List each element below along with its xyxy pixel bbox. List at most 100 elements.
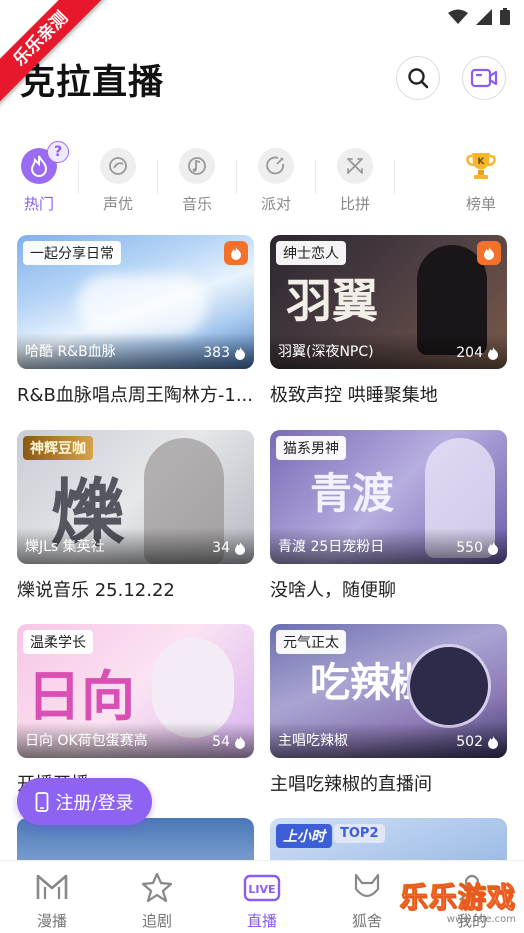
card-title: 没啥人，随便聊 [270, 580, 396, 601]
help-badge[interactable]: ? [47, 141, 69, 163]
tab-voice-actor[interactable]: 声优 [83, 140, 153, 214]
card-title: 主唱吃辣椒的直播间 [270, 774, 432, 795]
divider [236, 160, 237, 194]
login-label: 注册/登录 [55, 792, 134, 814]
microphone-icon [109, 157, 127, 175]
watermark: 乐乐游戏 www.lele.com [399, 876, 516, 926]
tab-label: 热门 [23, 195, 54, 213]
anchor-name: 哈酷 R&B血脉 [25, 344, 116, 360]
poster-art-text: 日向 [27, 664, 135, 728]
live-thumbnail: 爍 神辉豆咖 爍JLs 集英社 34 [17, 430, 254, 564]
live-thumbnail: 日向 温柔学长 日向 OK荷包蛋赛高 54 [17, 624, 254, 758]
nav-fox[interactable]: 狐舍 [327, 869, 407, 931]
fox-icon [354, 873, 380, 898]
anchor-name: 主唱吃辣椒 [278, 733, 348, 749]
tab-label: 比拼 [339, 195, 370, 213]
category-tag: 猫系男神 [276, 436, 346, 460]
viewer-count: 204 [456, 345, 499, 361]
live-thumbnail: 吃辣椒 元气正太 主唱吃辣椒 502 [270, 624, 507, 758]
search-icon [408, 68, 429, 89]
battery-icon [500, 8, 510, 25]
tab-ranking[interactable]: K 榜单 [446, 140, 516, 214]
category-tabs: 热门 声优 音乐 派对 比拼 K 榜单 [0, 140, 524, 216]
svg-text:K: K [478, 157, 486, 167]
live-thumbnail: 青渡 猫系男神 青渡 25日宠粉日 550 [270, 430, 507, 564]
viewer-count: 383 [203, 345, 246, 361]
viewer-count: 34 [212, 540, 246, 556]
rank-position-tag: TOP2 [334, 824, 385, 843]
live-card[interactable]: 日向 温柔学长 日向 OK荷包蛋赛高 54 开播开播 [17, 624, 254, 796]
flame-icon [235, 542, 245, 555]
category-tag: 绅士恋人 [276, 241, 346, 265]
poster-art-text: 青渡 [310, 469, 395, 518]
wifi-icon [448, 9, 468, 24]
video-camera-icon [470, 68, 498, 88]
poster-art-text: 羽翼 [286, 274, 378, 328]
category-tag: 一起分享日常 [23, 241, 121, 265]
anchor-name: 青渡 25日宠粉日 [278, 539, 385, 555]
live-card[interactable]: 吃辣椒 元气正太 主唱吃辣椒 502 主唱吃辣椒的直播间 [270, 624, 507, 796]
nav-label: 漫播 [36, 912, 67, 930]
category-tag: 元气正太 [276, 630, 346, 654]
viewer-count: 54 [212, 734, 246, 750]
rank-tag: 上小时 [276, 824, 332, 848]
flame-icon [488, 347, 498, 360]
tab-label: 派对 [260, 195, 291, 213]
svg-text:LIVE: LIVE [248, 883, 275, 896]
divider [394, 160, 395, 194]
viewer-count: 502 [456, 734, 499, 750]
tab-label: 榜单 [465, 195, 496, 213]
tab-music[interactable]: 音乐 [162, 140, 232, 214]
star-icon [141, 872, 173, 903]
category-tag: 温柔学长 [23, 630, 93, 654]
signal-icon [476, 8, 492, 25]
trophy-icon: K [466, 153, 496, 179]
nav-label: 直播 [246, 912, 277, 930]
flame-icon [488, 736, 498, 749]
anchor-name: 日向 OK荷包蛋赛高 [25, 733, 148, 749]
divider [157, 160, 158, 194]
phone-icon [36, 791, 49, 812]
nav-live[interactable]: LIVE 直播 [222, 869, 302, 931]
divider [315, 160, 316, 194]
live-thumbnail: 一起分享日常 哈酷 R&B血脉 383 [17, 235, 254, 369]
hot-badge-icon [477, 241, 501, 265]
nav-label: 追剧 [141, 912, 172, 930]
nav-manbo[interactable]: 漫播 [12, 869, 92, 931]
card-title: R&B血脉唱点周王陶林方-1... [17, 385, 254, 406]
party-icon [266, 156, 284, 175]
live-card[interactable]: 一起分享日常 哈酷 R&B血脉 383 R&B血脉唱点周王陶林方-1... [17, 235, 254, 407]
viewer-count: 550 [456, 540, 499, 556]
divider [78, 160, 79, 194]
nav-label: 狐舍 [351, 912, 382, 930]
tab-label: 音乐 [181, 195, 212, 213]
card-title: 爍说音乐 25.12.22 [17, 580, 175, 601]
anchor-name: 羽翼(深夜NPC) [278, 344, 374, 360]
go-live-button[interactable] [462, 56, 506, 100]
card-title: 极致声控 哄睡聚集地 [270, 385, 438, 406]
watermark-text: 乐乐游戏 [399, 881, 516, 915]
live-icon: LIVE [243, 874, 281, 902]
tab-battle[interactable]: 比拼 [320, 140, 390, 214]
battle-icon [347, 158, 363, 174]
category-tag: 神辉豆咖 [23, 436, 93, 460]
corner-ribbon: 乐乐亲测 [0, 0, 110, 110]
anchor-name: 爍JLs 集英社 [25, 539, 105, 555]
nav-drama[interactable]: 追剧 [117, 869, 197, 931]
search-button[interactable] [396, 56, 440, 100]
live-card[interactable]: 羽翼 绅士恋人 羽翼(深夜NPC) 204 极致声控 哄睡聚集地 [270, 235, 507, 407]
live-card[interactable]: 爍 神辉豆咖 爍JLs 集英社 34 爍说音乐 25.12.22 [17, 430, 254, 602]
login-button[interactable]: 注册/登录 [17, 778, 152, 825]
flame-icon [235, 347, 245, 360]
flame-icon [488, 542, 498, 555]
hot-badge-icon [224, 241, 248, 265]
fire-icon [30, 155, 48, 177]
ribbon-label: 乐乐亲测 [0, 0, 110, 110]
manbo-icon [36, 874, 68, 899]
tab-party[interactable]: 派对 [241, 140, 311, 214]
live-thumbnail: 羽翼 绅士恋人 羽翼(深夜NPC) 204 [270, 235, 507, 369]
tab-label: 声优 [102, 195, 133, 213]
live-card[interactable]: 青渡 猫系男神 青渡 25日宠粉日 550 没啥人，随便聊 [270, 430, 507, 602]
music-icon [188, 157, 206, 175]
flame-icon [235, 736, 245, 749]
